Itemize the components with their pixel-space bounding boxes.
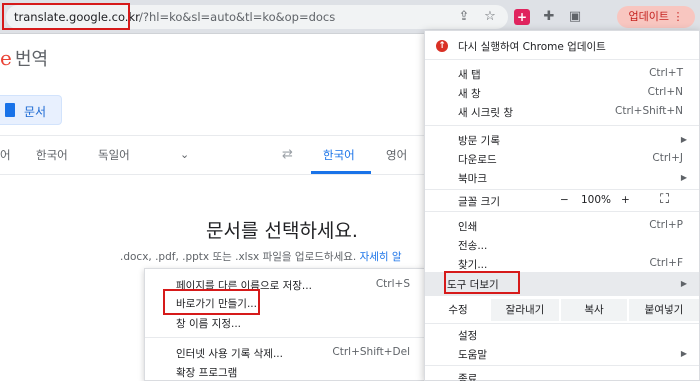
submenu-arrow-icon: ▶ [680,135,687,144]
browser-toolbar: translate.google.co.kr /?hl=ko&sl=auto&t… [0,0,700,34]
menu-item-label: 전송... [458,240,488,252]
menu-item-label: 새 시크릿 창 [458,107,513,119]
puzzle-icon[interactable]: ✚ [540,8,558,26]
menu-item-shortcut: Ctrl+N [647,86,683,98]
menu-item-shortcut: Ctrl+F [649,257,683,269]
upload-subtitle: .docx, .pdf, .pptx 또는 .xlsx 파일을 업로드하세요. … [120,249,402,264]
divider [425,125,699,126]
submenu-arrow-icon: ▶ [680,173,687,182]
divider [425,59,699,60]
divider [145,337,426,338]
menu-item-print[interactable]: 인쇄 Ctrl+P [425,217,699,235]
menu-item-shortcut: Ctrl+Shift+Del [332,346,410,358]
menu-item-label: 도움말 [458,349,487,361]
menu-item-shortcut: Ctrl+J [652,152,683,164]
menu-item-history[interactable]: 방문 기록 ▶ [425,131,699,149]
zoom-in-button[interactable]: + [621,194,630,206]
document-icon [5,103,15,117]
chrome-main-menu: ↑ 다시 실행하여 Chrome 업데이트 새 탭 Ctrl+T 새 창 Ctr… [424,30,700,381]
divider [425,365,699,366]
menu-item-downloads[interactable]: 다운로드 Ctrl+J [425,150,699,168]
zoom-out-button[interactable]: − [560,194,569,206]
menu-item-shortcut: Ctrl+T [649,67,683,79]
docs-tab-button[interactable]: 문서 [0,95,62,125]
menu-item-label: 확장 프로그램 [176,367,238,379]
edit-label: 수정 [425,299,491,321]
menu-item-label: 새 창 [458,88,481,100]
url-path: /?hl=ko&sl=auto&tl=ko&op=docs [139,10,336,24]
swap-languages-icon[interactable]: ⇄ [282,147,293,162]
cut-button[interactable]: 잘라내기 [491,299,559,321]
more-tools-highlight-box [444,271,520,294]
side-panel-icon[interactable]: ▣ [566,8,584,26]
target-lang-english[interactable]: 영어 [386,147,407,163]
divider [0,174,425,175]
menu-item-shortcut: Ctrl+P [649,219,683,231]
submenu-arrow-icon: ▶ [680,349,687,358]
source-lang-german[interactable]: 독일어 [98,147,130,163]
menu-item-label: 북마크 [458,173,487,185]
menu-item-exit[interactable]: 종료 [425,369,699,381]
menu-item-settings[interactable]: 설정 [425,326,699,344]
menu-item-extensions[interactable]: 확장 프로그램 [145,362,426,381]
menu-item-label: 종료 [458,373,478,381]
copy-button[interactable]: 복사 [561,299,627,321]
divider [425,323,699,324]
learn-more-link[interactable]: 자세히 알 [360,251,402,263]
menu-item-bookmarks[interactable]: 북마크 ▶ [425,169,699,187]
star-icon[interactable]: ☆ [481,8,499,26]
target-lang-korean[interactable]: 한국어 [323,147,355,163]
source-lang-korean[interactable]: 한국어 [36,147,68,163]
menu-item-shortcut: Ctrl+S [375,278,410,290]
menu-item-incognito[interactable]: 새 시크릿 창 Ctrl+Shift+N [425,103,699,121]
menu-item-name-window[interactable]: 창 이름 지정... [145,313,426,333]
divider [0,135,425,136]
menu-item-relaunch-update[interactable]: ↑ 다시 실행하여 Chrome 업데이트 [425,35,699,57]
menu-item-clear-history[interactable]: 인터넷 사용 기록 삭제... Ctrl+Shift+Del [145,343,426,363]
menu-item-label: 글꼴 크기 [458,196,500,208]
menu-item-label: 인터넷 사용 기록 삭제... [176,348,283,360]
menu-item-label: 새 탭 [458,69,481,81]
menu-item-label: 다시 실행하여 Chrome 업데이트 [458,41,606,53]
menu-item-label: 방문 기록 [458,135,500,147]
create-shortcut-highlight-box [163,289,260,315]
logo-letter: e [0,46,12,70]
menu-item-label: 다운로드 [458,154,497,166]
zoom-level: 100% [581,194,612,206]
divider [425,189,699,190]
more-tools-submenu: 페이지를 다른 이름으로 저장... Ctrl+S 바로가기 만들기... 창 … [144,268,426,381]
submenu-arrow-icon: ▶ [680,279,687,288]
address-highlight-box [2,3,130,30]
extension-icon[interactable]: + [514,9,530,25]
divider [425,211,699,212]
menu-item-cast[interactable]: 전송... [425,236,699,254]
page-title: 번역 [15,49,49,70]
source-lang-detect[interactable]: 어 [0,147,11,163]
update-button[interactable]: 업데이트 ⋮ [617,6,695,28]
update-alert-icon: ↑ [436,40,448,52]
menu-item-shortcut: Ctrl+Shift+N [615,105,683,117]
paste-button[interactable]: 붙여넣기 [629,299,699,321]
chevron-down-icon[interactable]: ⌄ [180,148,189,161]
upload-heading: 문서를 선택하세요. [206,220,358,242]
menu-item-label: 설정 [458,330,478,342]
menu-item-label: 찾기... [458,259,488,271]
share-icon[interactable]: ⇪ [455,8,473,26]
menu-item-label: 창 이름 지정... [176,318,241,330]
menu-item-new-window[interactable]: 새 창 Ctrl+N [425,84,699,102]
menu-item-label: 인쇄 [458,221,478,233]
upload-subtitle-text: .docx, .pdf, .pptx 또는 .xlsx 파일을 업로드하세요. [120,251,357,263]
docs-tab-label: 문서 [24,105,47,119]
menu-item-new-tab[interactable]: 새 탭 Ctrl+T [425,65,699,83]
fullscreen-icon[interactable]: ⛶ [660,192,669,207]
menu-item-help[interactable]: 도움말 ▶ [425,345,699,363]
